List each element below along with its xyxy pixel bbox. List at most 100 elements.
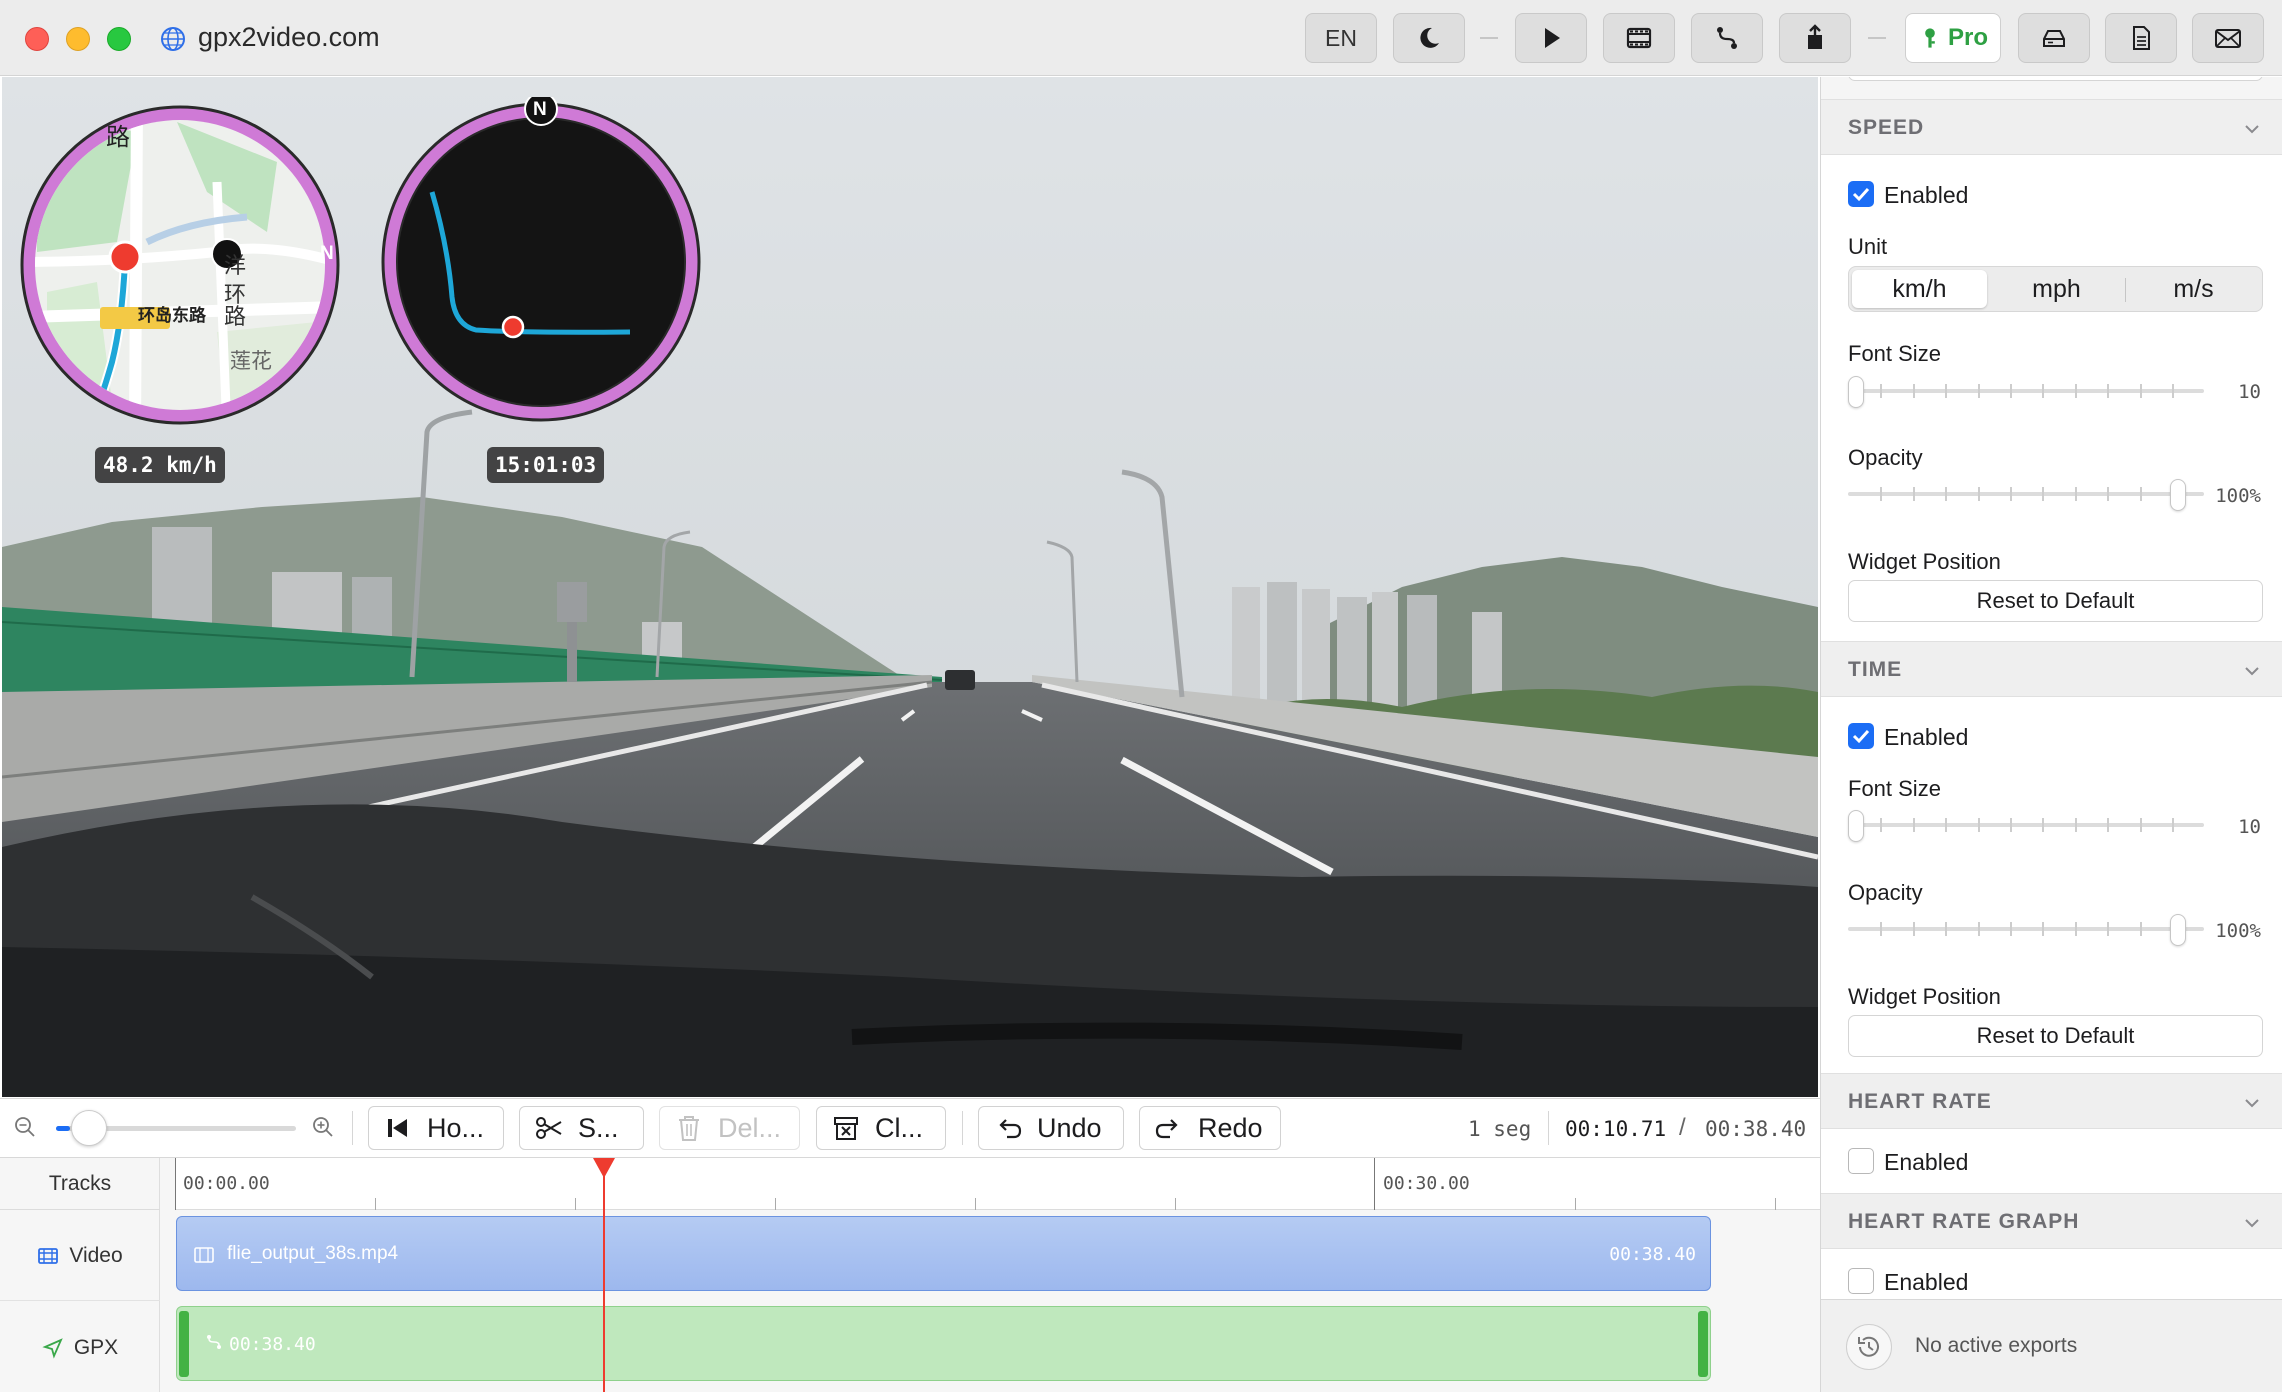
redo-label: Redo: [1198, 1112, 1263, 1143]
gpx-route-button[interactable]: [1691, 13, 1763, 63]
document-button[interactable]: [2105, 13, 2177, 63]
time-section-header[interactable]: TIME: [1821, 641, 2282, 697]
slider-tick: [1880, 922, 1883, 936]
time-font-size-slider[interactable]: [1848, 810, 2204, 842]
tracks-header: Tracks: [0, 1158, 160, 1210]
delete-button[interactable]: Del...: [659, 1106, 800, 1150]
heart-rate-graph-enabled-checkbox[interactable]: [1848, 1268, 1874, 1294]
speed-font-size-label: Font Size: [1848, 341, 1941, 366]
ruler-label: 00:00.00: [183, 1173, 270, 1194]
pro-button[interactable]: Pro: [1905, 13, 2001, 63]
film-icon: [1626, 27, 1652, 49]
clear-button[interactable]: Cl...: [816, 1106, 946, 1150]
ruler-major-tick: [1374, 1158, 1375, 1210]
checkmark-icon: [1852, 187, 1870, 202]
export-button[interactable]: [1779, 13, 1851, 63]
speed-reset-button[interactable]: Reset to Default: [1848, 580, 2263, 622]
heart-rate-enabled-checkbox[interactable]: [1848, 1148, 1874, 1174]
unit-label: Unit: [1848, 234, 1888, 259]
track-label-video[interactable]: Video: [0, 1211, 160, 1301]
playhead-handle[interactable]: [593, 1158, 615, 1178]
video-button[interactable]: [1603, 13, 1675, 63]
heart-rate-section-title: HEART RATE: [1848, 1090, 1992, 1113]
current-time: 00:10.71: [1565, 1117, 1667, 1141]
undo-button[interactable]: Undo: [978, 1106, 1124, 1150]
ruler-minor-tick: [375, 1198, 376, 1210]
slider-tick: [2107, 384, 2110, 398]
video-clip[interactable]: flie_output_38s.mp4 00:38.40: [176, 1216, 1711, 1291]
unit-option-kmh[interactable]: km/h: [1852, 270, 1987, 308]
time-reset-button[interactable]: Reset to Default: [1848, 1015, 2263, 1057]
gpx-clip-left-handle[interactable]: [179, 1311, 189, 1377]
speed-widget[interactable]: 48.2 km/h: [95, 447, 225, 483]
slider-knob[interactable]: [1848, 376, 1864, 408]
unit-option-ms[interactable]: m/s: [2126, 270, 2261, 308]
time-font-size-value: 10: [2238, 816, 2261, 838]
time-widget[interactable]: 15:01:03: [487, 447, 605, 483]
zoom-slider-knob[interactable]: [71, 1110, 107, 1146]
track-labels-column: Tracks Video GPX: [0, 1158, 160, 1392]
window-close-button[interactable]: [25, 27, 49, 51]
time-opacity-slider[interactable]: [1848, 914, 2204, 946]
speed-enabled-checkbox[interactable]: [1848, 181, 1874, 207]
slider-tick: [2042, 487, 2045, 501]
gpx-clip[interactable]: 00:38.40: [176, 1306, 1711, 1381]
exports-history-button[interactable]: [1846, 1324, 1892, 1370]
map-label: 路: [224, 304, 247, 329]
slider-tick: [2010, 818, 2012, 832]
settings-sidebar[interactable]: SPEED Enabled Unit km/h mph m/s Font Siz…: [1820, 77, 2282, 1392]
window-maximize-button[interactable]: [107, 27, 131, 51]
time-ruler[interactable]: 00:00.00 00:30.00: [175, 1158, 1820, 1210]
heart-rate-graph-section-title: HEART RATE GRAPH: [1848, 1210, 2080, 1233]
window-minimize-button[interactable]: [66, 27, 90, 51]
slider-tick: [1912, 818, 1915, 832]
split-button[interactable]: S...: [519, 1106, 644, 1150]
route-north-label: N: [533, 99, 547, 120]
slider-tick: [1977, 922, 1980, 936]
play-button[interactable]: [1515, 13, 1587, 63]
slider-track: [1848, 823, 2204, 827]
gpx-clip-right-handle[interactable]: [1698, 1311, 1708, 1377]
chevron-down-icon: [2245, 1099, 2259, 1108]
video-preview[interactable]: 路 洋 环 路 环岛东路 莲花 N 48.2 km/h N 15:01:03: [2, 77, 1818, 1097]
dark-mode-button[interactable]: [1393, 13, 1465, 63]
track-label-gpx[interactable]: GPX: [0, 1302, 160, 1392]
speed-opacity-slider[interactable]: [1848, 479, 2204, 511]
timeline-tracks[interactable]: Tracks Video GPX 00:00.00 00:30.00 flie_…: [0, 1157, 1820, 1392]
heart-rate-graph-section-body: Enabled: [1821, 1249, 2282, 1299]
speed-font-size-slider[interactable]: [1848, 376, 2204, 408]
slider-knob[interactable]: [2170, 914, 2186, 946]
zoom-out-icon[interactable]: [14, 1116, 36, 1138]
split-label: S...: [578, 1112, 619, 1143]
video-clip-name: flie_output_38s.mp4: [227, 1243, 399, 1264]
storage-button[interactable]: [2018, 13, 2090, 63]
home-label: Ho...: [427, 1112, 485, 1143]
slider-tick: [1912, 384, 1915, 398]
mail-button[interactable]: [2192, 13, 2264, 63]
slider-knob[interactable]: [2170, 479, 2186, 511]
time-enabled-checkbox[interactable]: [1848, 723, 1874, 749]
document-icon: [2133, 26, 2150, 50]
language-button[interactable]: EN: [1305, 13, 1377, 63]
unit-segmented-control[interactable]: km/h mph m/s: [1848, 266, 2263, 312]
map-widget[interactable]: [17, 102, 343, 428]
speed-section-header[interactable]: SPEED: [1821, 99, 2282, 155]
ruler-minor-tick: [975, 1198, 976, 1210]
slider-tick: [2010, 487, 2012, 501]
heart-rate-graph-section-header[interactable]: HEART RATE GRAPH: [1821, 1193, 2282, 1249]
redo-icon: [1155, 1119, 1178, 1139]
home-button[interactable]: Ho...: [368, 1106, 504, 1150]
slider-tick: [2074, 922, 2077, 936]
route-widget[interactable]: [380, 97, 706, 427]
heart-rate-section-header[interactable]: HEART RATE: [1821, 1073, 2282, 1129]
exports-status-text: No active exports: [1915, 1334, 2078, 1357]
playhead[interactable]: [603, 1158, 605, 1392]
zoom-slider[interactable]: [56, 1110, 296, 1146]
redo-button[interactable]: Redo: [1139, 1106, 1281, 1150]
toolbar-separator: [1480, 37, 1498, 39]
moon-icon: [1420, 27, 1439, 48]
unit-option-mph[interactable]: mph: [1989, 270, 2124, 308]
zoom-in-icon[interactable]: [312, 1116, 334, 1138]
slider-tick: [1912, 487, 1915, 501]
slider-knob[interactable]: [1848, 810, 1864, 842]
